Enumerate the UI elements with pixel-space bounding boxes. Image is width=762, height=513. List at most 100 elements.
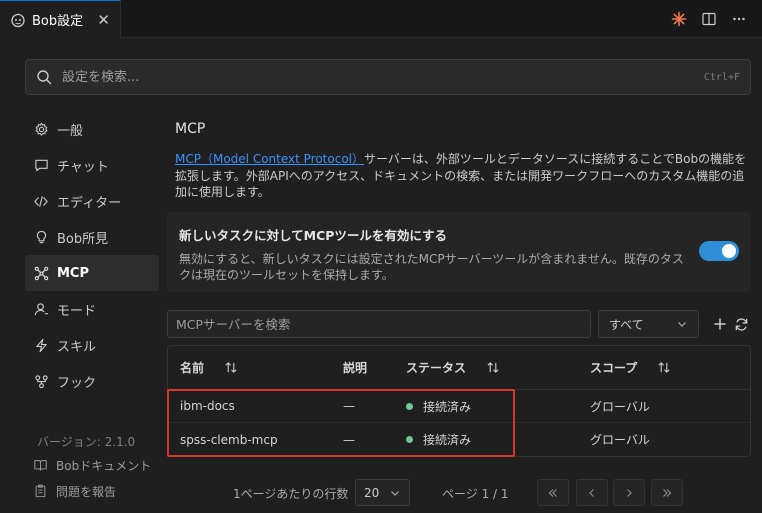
report-issue-label: 問題を報告 (56, 484, 117, 499)
switch-knob (722, 244, 736, 258)
pagination: 1ページあたりの行数 20 ページ 1 / 1 (167, 478, 751, 506)
chevron-down-icon (389, 487, 401, 499)
search-icon (37, 70, 52, 85)
bob-robot-icon (10, 12, 26, 28)
refresh-icon (735, 317, 747, 331)
more-actions-icon[interactable] (730, 10, 748, 28)
tab-bar: Bob設定 ✕ (0, 0, 762, 38)
sidebar-item-skills[interactable]: スキル (25, 327, 159, 363)
rows-per-page-value: 20 (364, 485, 380, 500)
sidebar-item-label: スキル (57, 339, 97, 355)
column-header-scope[interactable]: スコープ (590, 359, 671, 376)
refresh-button[interactable] (732, 314, 750, 334)
close-icon[interactable]: ✕ (97, 11, 110, 29)
enable-mcp-tools-switch[interactable] (699, 241, 739, 261)
previous-page-button[interactable] (576, 479, 608, 506)
column-header-status[interactable]: ステータス (406, 359, 500, 376)
table-header: 名前 説明 ステータス スコープ (168, 346, 750, 390)
chevron-left-icon (589, 488, 594, 497)
scope-selected-value: すべて (609, 317, 644, 332)
sort-icon[interactable] (486, 361, 500, 374)
status-dot (406, 436, 413, 443)
first-page-button[interactable] (537, 479, 569, 506)
server-description: — (343, 399, 355, 413)
plus-icon (714, 318, 726, 330)
docs-link-label: Bobドキュメント (56, 458, 152, 473)
sidebar-item-mode[interactable]: モード (25, 291, 159, 327)
sidebar-item-label: フック (57, 375, 97, 391)
filter-row: すべて (167, 310, 751, 338)
lightbulb-icon (33, 229, 49, 245)
version-label: バージョン: 2.1.0 (37, 434, 136, 449)
mcp-description: MCP（Model Context Protocol）サーバーは、外部ツールとデ… (175, 151, 747, 201)
column-header-description: 説明 (343, 359, 367, 376)
settings-sidebar: 一般 チャット エディター Bob所見 MCP モード スキル フック (25, 111, 159, 399)
column-label: スコープ (590, 361, 638, 375)
page-info: ページ 1 / 1 (442, 487, 509, 501)
sidebar-item-hooks[interactable]: フック (25, 363, 159, 399)
sidebar-item-mcp[interactable]: MCP (25, 255, 159, 291)
status-label: 接続済み (423, 433, 472, 447)
toggle-title: 新しいタスクに対してMCPツールを有効にする (179, 228, 448, 243)
server-description: — (343, 432, 355, 447)
server-status: 接続済み (406, 431, 471, 448)
tab-bob-settings[interactable]: Bob設定 ✕ (0, 0, 121, 38)
settings-search[interactable]: Ctrl+F (25, 59, 751, 95)
status-dot (406, 402, 413, 410)
sidebar-item-general[interactable]: 一般 (25, 111, 159, 147)
report-icon (33, 484, 48, 498)
rows-per-page-label: 1ページあたりの行数 (233, 487, 349, 501)
sidebar-item-label: モード (57, 303, 97, 319)
mcp-protocol-link[interactable]: MCP（Model Context Protocol） (175, 152, 364, 166)
lightning-icon (33, 337, 49, 353)
add-server-button[interactable] (711, 314, 729, 334)
toggle-description: 無効にすると、新しいタスクには設定されたMCPサーバーツールが含まれません。既存… (179, 252, 684, 282)
chevrons-right-icon (663, 488, 672, 497)
sidebar-item-label: MCP (57, 265, 90, 281)
next-page-button[interactable] (613, 479, 645, 506)
status-label: 接続済み (423, 399, 472, 414)
chevron-right-icon (627, 488, 632, 497)
column-label: 説明 (343, 361, 368, 375)
sidebar-item-chat[interactable]: チャット (25, 147, 159, 183)
last-page-button[interactable] (651, 479, 683, 506)
sidebar-footer: バージョン: 2.1.0 Bobドキュメント 問題を報告 (25, 430, 159, 504)
column-label: 名前 (180, 361, 205, 375)
server-status: 接続済み (406, 398, 471, 415)
mcp-settings-panel: MCP MCP（Model Context Protocol）サーバーは、外部ツ… (167, 111, 751, 457)
settings-search-input[interactable] (62, 69, 704, 85)
rows-per-page-select[interactable]: 20 (355, 479, 410, 506)
book-icon (33, 458, 48, 472)
column-label: ステータス (406, 361, 467, 375)
sidebar-item-label: Bob所見 (57, 231, 109, 247)
server-name: spss-clemb-mcp (180, 432, 278, 447)
hook-icon (33, 373, 49, 389)
server-name: ibm-docs (180, 399, 235, 413)
chevron-down-icon (676, 318, 688, 330)
sidebar-item-label: 一般 (57, 123, 84, 139)
chevrons-left-icon (548, 488, 557, 497)
chat-icon (33, 157, 49, 173)
tab-title: Bob設定 (32, 14, 84, 29)
mcp-tools-toggle-card: 新しいタスクに対してMCPツールを有効にする 無効にすると、新しいタスクには設定… (167, 212, 751, 292)
user-mode-icon (33, 301, 49, 317)
docs-link[interactable]: Bobドキュメント (25, 452, 159, 478)
page-title: MCP (175, 121, 206, 137)
split-editor-icon[interactable] (700, 10, 718, 28)
gear-icon (33, 121, 49, 137)
sidebar-item-bob-findings[interactable]: Bob所見 (25, 219, 159, 255)
sidebar-item-label: エディター (57, 195, 122, 211)
table-row[interactable]: ibm-docs — 接続済み グローバル (168, 390, 750, 423)
code-icon (33, 193, 49, 209)
mcp-server-search-input[interactable] (167, 310, 591, 338)
sort-icon[interactable] (657, 361, 671, 374)
report-issue-link[interactable]: 問題を報告 (25, 478, 159, 504)
bob-spark-icon[interactable] (670, 10, 688, 28)
scope-filter-select[interactable]: すべて (598, 310, 699, 338)
table-row[interactable]: spss-clemb-mcp — 接続済み グローバル (168, 423, 750, 456)
column-header-name[interactable]: 名前 (180, 359, 238, 376)
sidebar-item-label: チャット (57, 159, 109, 175)
sidebar-item-editor[interactable]: エディター (25, 183, 159, 219)
search-shortcut: Ctrl+F (703, 71, 740, 83)
sort-icon[interactable] (224, 361, 238, 374)
